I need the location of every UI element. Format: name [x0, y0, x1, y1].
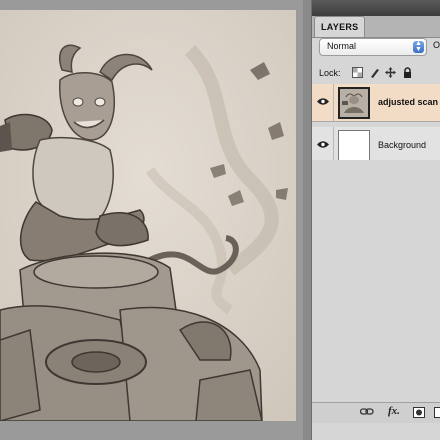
blend-mode-value: Normal	[327, 41, 357, 51]
blend-mode-select[interactable]: Normal ▲ ▼	[319, 38, 427, 56]
lock-image-pixels-icon[interactable]	[369, 67, 380, 78]
lock-label: Lock:	[319, 68, 341, 78]
lock-row: Lock:	[319, 66, 439, 82]
layers-panel: LAYERS Normal ▲ ▼ O Lock: adjusted scan …	[311, 0, 440, 440]
layers-panel-footer: fx.	[312, 402, 440, 423]
panel-divider	[303, 0, 311, 440]
layers-list-empty-area[interactable]	[312, 160, 440, 404]
layer-thumbnail	[338, 130, 370, 162]
eye-icon	[317, 141, 329, 148]
layer-name[interactable]: Background	[378, 140, 426, 150]
canvas-area[interactable]	[0, 0, 303, 440]
lock-all-icon[interactable]	[402, 67, 413, 78]
chevron-updown-icon: ▲ ▼	[413, 40, 424, 53]
layer-thumbnail	[338, 87, 370, 119]
link-layers-icon[interactable]	[359, 407, 374, 419]
eye-icon	[317, 98, 329, 105]
opacity-label: O	[433, 40, 440, 50]
layer-row-adjusted-scan[interactable]: adjusted scan	[312, 84, 440, 122]
layer-visibility-toggle[interactable]	[312, 127, 334, 164]
layer-mask-icon[interactable]	[413, 407, 425, 419]
adjustment-layer-icon[interactable]	[434, 407, 440, 419]
lock-transparent-pixels-icon[interactable]	[352, 67, 363, 78]
layer-visibility-toggle[interactable]	[312, 84, 334, 121]
tab-layers[interactable]: LAYERS	[314, 16, 366, 37]
layer-name[interactable]: adjusted scan	[378, 97, 438, 107]
layer-style-icon[interactable]: fx.	[388, 405, 400, 417]
lock-position-icon[interactable]	[385, 67, 396, 78]
canvas-artwork[interactable]	[0, 10, 296, 421]
panel-title-bar[interactable]	[312, 0, 440, 16]
